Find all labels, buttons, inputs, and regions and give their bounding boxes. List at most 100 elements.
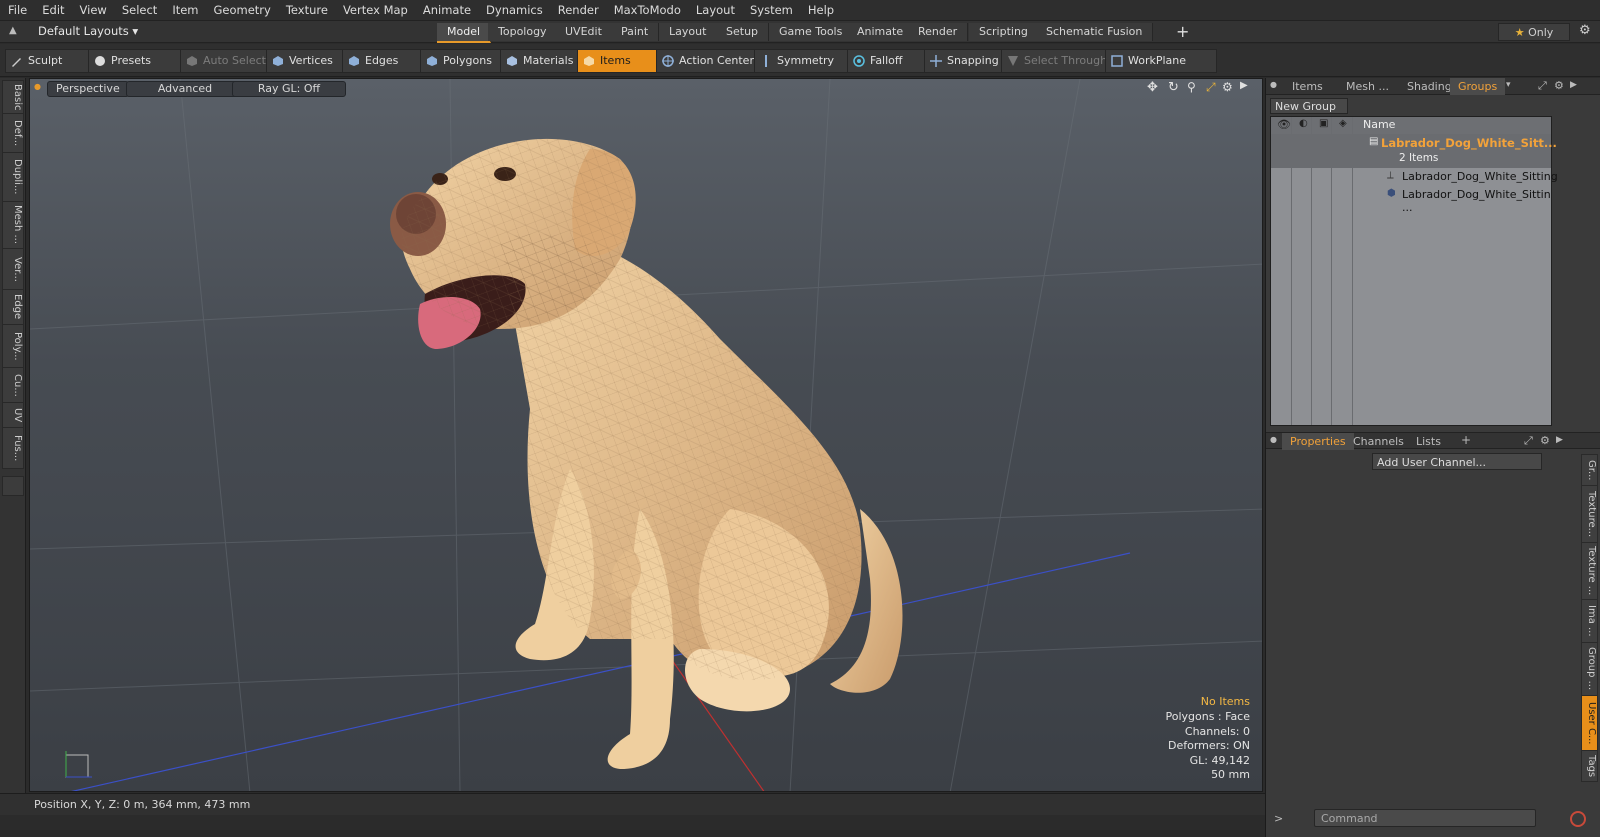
left-tab-polygon[interactable]: Poly... <box>2 324 24 368</box>
workplane-button[interactable]: WorkPlane <box>1105 49 1217 73</box>
menu-view[interactable]: View <box>72 0 114 21</box>
left-tab-duplicate[interactable]: Dupli... <box>2 152 24 202</box>
command-input[interactable]: Command <box>1314 809 1536 827</box>
new-group-button[interactable]: New Group <box>1270 98 1348 114</box>
panel-menu-icon[interactable]: ● <box>1270 80 1277 89</box>
left-tab-fusion[interactable]: Fus... <box>2 427 24 469</box>
side-tab-tags[interactable]: Tags <box>1581 750 1598 782</box>
side-tab-group[interactable]: Gr... <box>1581 454 1598 486</box>
side-tab-texture-1[interactable]: Texture... <box>1581 485 1598 543</box>
child-item-mesh: Labrador_Dog_White_Sittin ... <box>1402 188 1551 214</box>
render-icon[interactable]: ◐ <box>1299 118 1308 129</box>
tab-animate[interactable]: Animate <box>847 23 915 41</box>
command-prompt-icon: > <box>1274 812 1284 825</box>
props-arrow-icon[interactable]: ▶ <box>1556 435 1563 445</box>
left-strip-toggle[interactable] <box>2 476 24 496</box>
left-tab-vertex[interactable]: Ver... <box>2 248 24 290</box>
left-tool-strip: Basic Def... Dupli... Mesh ... Ver... Ed… <box>0 78 26 810</box>
tab-groups[interactable]: Groups <box>1450 78 1506 95</box>
tab-items[interactable]: Items <box>1284 78 1331 95</box>
props-expand-icon[interactable]: ⤢ <box>1524 434 1533 448</box>
left-tab-deform[interactable]: Def... <box>2 113 24 153</box>
menu-texture[interactable]: Texture <box>278 0 335 21</box>
list-item[interactable]: ⬢ Labrador_Dog_White_Sittin ... <box>1271 186 1551 214</box>
viewport-settings-icon[interactable]: ⚙ <box>1222 80 1233 94</box>
labrador-dog-model[interactable] <box>30 79 1263 792</box>
record-icon[interactable] <box>1570 811 1586 827</box>
left-tab-uv[interactable]: UV <box>2 402 24 428</box>
tab-game-tools[interactable]: Game Tools <box>769 23 854 41</box>
3d-viewport[interactable]: ● Perspective Advanced Ray GL: Off ✥ ↻ ⚲… <box>29 78 1263 792</box>
tab-topology[interactable]: Topology <box>488 23 558 41</box>
menu-geometry[interactable]: Geometry <box>206 0 278 21</box>
menu-select[interactable]: Select <box>114 0 164 21</box>
props-gear-icon[interactable]: ⚙ <box>1540 434 1550 447</box>
edges-label: Edges <box>365 54 399 67</box>
expand-icon[interactable]: ⤢ <box>1538 79 1547 93</box>
side-tab-group-2[interactable]: Group ... <box>1581 642 1598 696</box>
zoom-icon[interactable]: ⚲ <box>1187 80 1196 94</box>
axis-gizmo-icon <box>65 751 92 778</box>
menu-layout[interactable]: Layout <box>688 0 742 21</box>
tab-paint[interactable]: Paint <box>611 23 660 41</box>
menu-help[interactable]: Help <box>800 0 841 21</box>
left-tab-mesh[interactable]: Mesh ... <box>2 201 24 249</box>
side-tab-texture-2[interactable]: Texture ... <box>1581 542 1598 600</box>
left-tab-curve[interactable]: Cu... <box>2 367 24 403</box>
add-user-channel-button[interactable]: Add User Channel... <box>1372 453 1542 470</box>
tab-lists[interactable]: Lists <box>1408 433 1449 450</box>
group-row[interactable]: Labrador_Dog_White_Sitt... 2 Items ▤ <box>1271 134 1557 168</box>
add-tab-icon[interactable]: + <box>1461 433 1471 447</box>
menu-system[interactable]: System <box>742 0 800 21</box>
tab-properties[interactable]: Properties <box>1282 433 1354 450</box>
tab-render[interactable]: Render <box>908 23 969 41</box>
side-tab-image[interactable]: Ima ... <box>1581 599 1598 643</box>
select-icon[interactable]: ◈ <box>1339 118 1347 129</box>
tab-uvedit[interactable]: UVEdit <box>555 23 613 41</box>
menu-dynamics[interactable]: Dynamics <box>478 0 550 21</box>
props-menu-icon[interactable]: ● <box>1270 435 1277 444</box>
menu-item[interactable]: Item <box>164 0 205 21</box>
left-tab-edge[interactable]: Edge <box>2 289 24 325</box>
left-tab-basic[interactable]: Basic <box>2 80 24 114</box>
tabs-chevron-icon[interactable]: ▾ <box>1506 80 1511 90</box>
column-divider <box>1352 117 1353 425</box>
panel-gear-icon[interactable]: ⚙ <box>1554 79 1564 92</box>
panel-arrow-icon[interactable]: ▶ <box>1570 80 1577 90</box>
visibility-eye-icon[interactable]: 👁 <box>1277 118 1291 131</box>
add-tab-icon[interactable]: + <box>1176 22 1189 41</box>
tab-mesh[interactable]: Mesh ... <box>1338 78 1397 95</box>
mesh-icon: ⬢ <box>1387 188 1396 199</box>
menu-animate[interactable]: Animate <box>415 0 478 21</box>
perspective-dropdown[interactable]: Perspective <box>47 81 129 97</box>
column-divider <box>1311 117 1312 425</box>
layout-select[interactable]: Default Layouts ▾ <box>38 24 138 38</box>
tab-model[interactable]: Model <box>437 23 492 43</box>
collapse-icon[interactable]: ▲ <box>9 25 17 36</box>
tab-layout[interactable]: Layout <box>659 23 718 41</box>
play-icon[interactable]: ▶ <box>1240 80 1248 91</box>
list-item[interactable]: ⟂ Labrador_Dog_White_Sitting <box>1271 168 1558 186</box>
menu-vertex-map[interactable]: Vertex Map <box>335 0 415 21</box>
snapping-icon <box>930 55 942 67</box>
viewport-menu-icon[interactable]: ● <box>34 82 41 91</box>
menu-render[interactable]: Render <box>550 0 606 21</box>
tab-setup[interactable]: Setup <box>716 23 770 41</box>
tab-schematic-fusion[interactable]: Schematic Fusion <box>1036 23 1154 41</box>
side-tab-user-channels[interactable]: User C... <box>1581 695 1598 751</box>
pan-icon[interactable]: ✥ <box>1147 80 1158 95</box>
only-toggle[interactable]: ★ Only <box>1498 23 1570 41</box>
tab-channels[interactable]: Channels <box>1345 433 1412 450</box>
advanced-dropdown[interactable]: Advanced <box>126 81 244 97</box>
menu-file[interactable]: File <box>0 0 34 21</box>
menu-maxtomodo[interactable]: MaxToModo <box>606 0 688 21</box>
maximize-icon[interactable]: ⤢ <box>1206 80 1216 95</box>
materials-label: Materials <box>523 54 574 67</box>
ray-gl-dropdown[interactable]: Ray GL: Off <box>232 81 346 97</box>
menu-edit[interactable]: Edit <box>34 0 71 21</box>
rotate-icon[interactable]: ↻ <box>1168 80 1179 95</box>
gear-icon[interactable]: ⚙ <box>1579 23 1591 38</box>
tab-scripting[interactable]: Scripting <box>969 23 1039 41</box>
lock-icon[interactable]: ▣ <box>1319 118 1328 129</box>
selection-status: No Items <box>1200 695 1250 709</box>
